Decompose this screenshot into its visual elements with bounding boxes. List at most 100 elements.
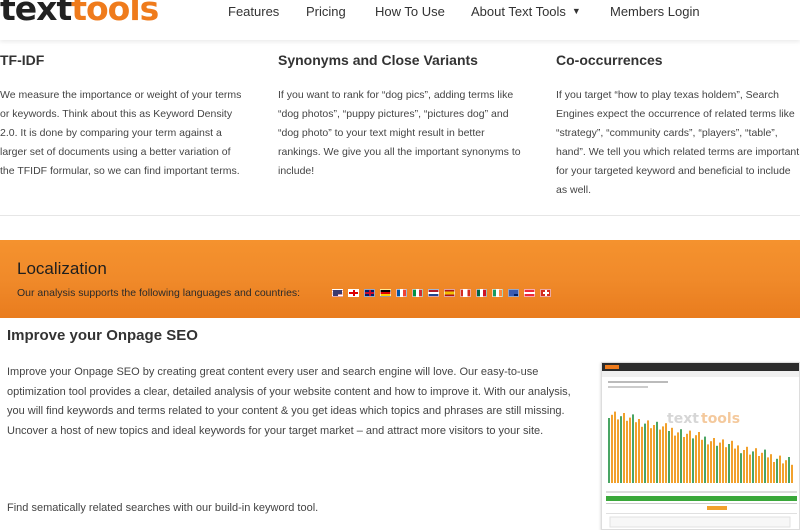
logo[interactable]: text tools xyxy=(0,0,159,28)
thumbnail-bar xyxy=(653,425,655,483)
logo-text-orange: tools xyxy=(71,0,159,28)
thumbnail-bar xyxy=(740,453,742,483)
thumbnail-bar xyxy=(626,420,628,483)
au-flag-icon xyxy=(508,289,519,297)
thumbnail-bar xyxy=(662,426,664,483)
thumbnail-bar xyxy=(731,440,733,483)
thumbnail-bar xyxy=(647,420,649,483)
thumbnail-bar xyxy=(764,449,766,483)
svg-text:tools: tools xyxy=(701,411,740,427)
feature-text: If you target “how to play texas holdem”… xyxy=(556,89,800,196)
thumbnail-bar xyxy=(623,413,625,483)
thumbnail-bar xyxy=(755,448,757,483)
svg-text:text: text xyxy=(667,411,699,427)
logo-text-dark: text xyxy=(0,0,72,28)
nl-flag-icon xyxy=(428,289,439,297)
nav-features[interactable]: Features xyxy=(228,4,279,19)
seo-footer-text: Find sematically related searches with o… xyxy=(7,502,319,514)
thumbnail-bar xyxy=(704,436,706,483)
thumbnail-bar xyxy=(665,423,667,483)
thumbnail-bar xyxy=(716,445,718,483)
feature-title: Synonyms and Close Variants xyxy=(278,52,478,68)
feature-cooccurrences: Co-occurrences If you target “how to pla… xyxy=(556,52,800,200)
mx-flag-icon xyxy=(476,289,487,297)
nav-how-to-use[interactable]: How To Use xyxy=(375,4,445,19)
thumbnail-bar xyxy=(617,419,619,483)
product-screenshot[interactable]: text tools xyxy=(601,362,800,530)
ch-flag-icon xyxy=(540,289,551,297)
thumbnail-bar xyxy=(782,463,784,483)
thumbnail-bar xyxy=(635,422,637,483)
feature-text: If you want to rank for “dog pics”, addi… xyxy=(278,89,521,177)
thumbnail-bar xyxy=(722,439,724,483)
thumbnail-bar xyxy=(719,442,721,483)
localization-banner: Localization Our analysis supports the f… xyxy=(0,240,800,318)
thumbnail-bar xyxy=(734,448,736,483)
nav-members-login[interactable]: Members Login xyxy=(610,4,700,19)
thumbnail-bar xyxy=(650,428,652,483)
thumbnail-bar xyxy=(788,457,790,483)
localization-title: Localization xyxy=(17,259,107,278)
product-screenshot-image: text tools xyxy=(602,363,799,528)
seo-text: Improve your Onpage SEO by creating grea… xyxy=(7,366,571,437)
ca-flag-icon xyxy=(460,289,471,297)
thumbnail-bar xyxy=(680,429,682,483)
nav-pricing[interactable]: Pricing xyxy=(306,4,346,19)
thumbnail-bar xyxy=(776,458,778,483)
feature-synonyms: Synonyms and Close Variants If you want … xyxy=(278,52,526,181)
feature-title: TF-IDF xyxy=(0,52,45,68)
thumbnail-bar xyxy=(638,419,640,483)
thumbnail-bar xyxy=(608,418,610,483)
feature-title: Co-occurrences xyxy=(556,52,663,68)
us-flag-icon xyxy=(332,289,343,297)
thumbnail-bar xyxy=(770,454,772,483)
thumbnail-bar xyxy=(701,439,703,483)
es-flag-icon xyxy=(444,289,455,297)
de-flag-icon xyxy=(380,289,391,297)
thumbnail-bar xyxy=(632,414,634,483)
nav-about-label: About Text Tools xyxy=(471,4,566,19)
thumbnail-bar xyxy=(695,435,697,483)
uk-flag-icon xyxy=(348,289,359,297)
thumbnail-bar xyxy=(779,455,781,483)
thumbnail-bar xyxy=(725,447,727,483)
thumbnail-bar xyxy=(689,430,691,483)
thumbnail-bar xyxy=(752,451,754,483)
thumbnail-bar xyxy=(674,435,676,483)
thumbnail-bar xyxy=(698,432,700,483)
site-header: text tools Features Pricing How To Use A… xyxy=(0,0,800,40)
thumbnail-bar xyxy=(671,427,673,483)
thumbnail-bar xyxy=(713,438,715,483)
thumbnail-bar xyxy=(641,426,643,483)
thumbnail-bar xyxy=(644,423,646,483)
gb-flag-icon xyxy=(364,289,375,297)
thumbnail-bar xyxy=(707,444,709,483)
thumbnail-bar xyxy=(677,432,679,483)
at-flag-icon xyxy=(524,289,535,297)
thumbnail-bar xyxy=(791,464,793,483)
fr-flag-icon xyxy=(396,289,407,297)
thumbnail-bar xyxy=(692,438,694,483)
thumbnail-bar xyxy=(656,421,658,483)
thumbnail-bar xyxy=(620,416,622,483)
section-divider xyxy=(0,215,800,216)
thumbnail-bar xyxy=(749,454,751,483)
feature-tfidf: TF-IDF We measure the importance or weig… xyxy=(0,52,248,181)
feature-text: We measure the importance or weight of y… xyxy=(0,89,242,177)
flag-list xyxy=(332,289,551,297)
thumbnail-bar xyxy=(710,441,712,483)
nav-about[interactable]: About Text Tools ▼ xyxy=(471,4,581,19)
thumbnail-bar xyxy=(686,433,688,483)
thumbnail-bar xyxy=(728,444,730,483)
seo-title: Improve your Onpage SEO xyxy=(7,327,198,344)
thumbnail-bar xyxy=(773,462,775,483)
thumbnail-bar xyxy=(746,446,748,483)
thumbnail-bar xyxy=(761,452,763,483)
ie-flag-icon xyxy=(492,289,503,297)
thumbnail-bar xyxy=(785,460,787,483)
it-flag-icon xyxy=(412,289,423,297)
thumbnail-bar xyxy=(737,445,739,483)
thumbnail-bar xyxy=(743,450,745,483)
thumbnail-bar xyxy=(767,457,769,483)
thumbnail-bar xyxy=(683,437,685,483)
